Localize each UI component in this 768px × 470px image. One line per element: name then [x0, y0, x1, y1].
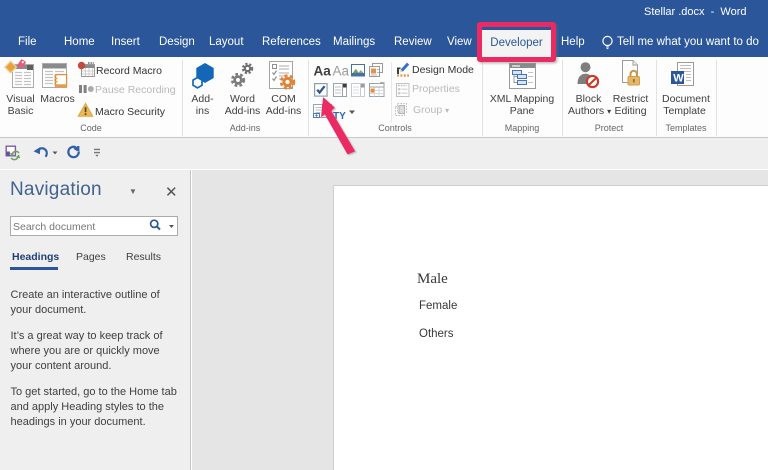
svg-text:Aa: Aa	[333, 64, 350, 79]
svg-text:W: W	[673, 73, 684, 85]
svg-text:Aa: Aa	[314, 64, 332, 79]
